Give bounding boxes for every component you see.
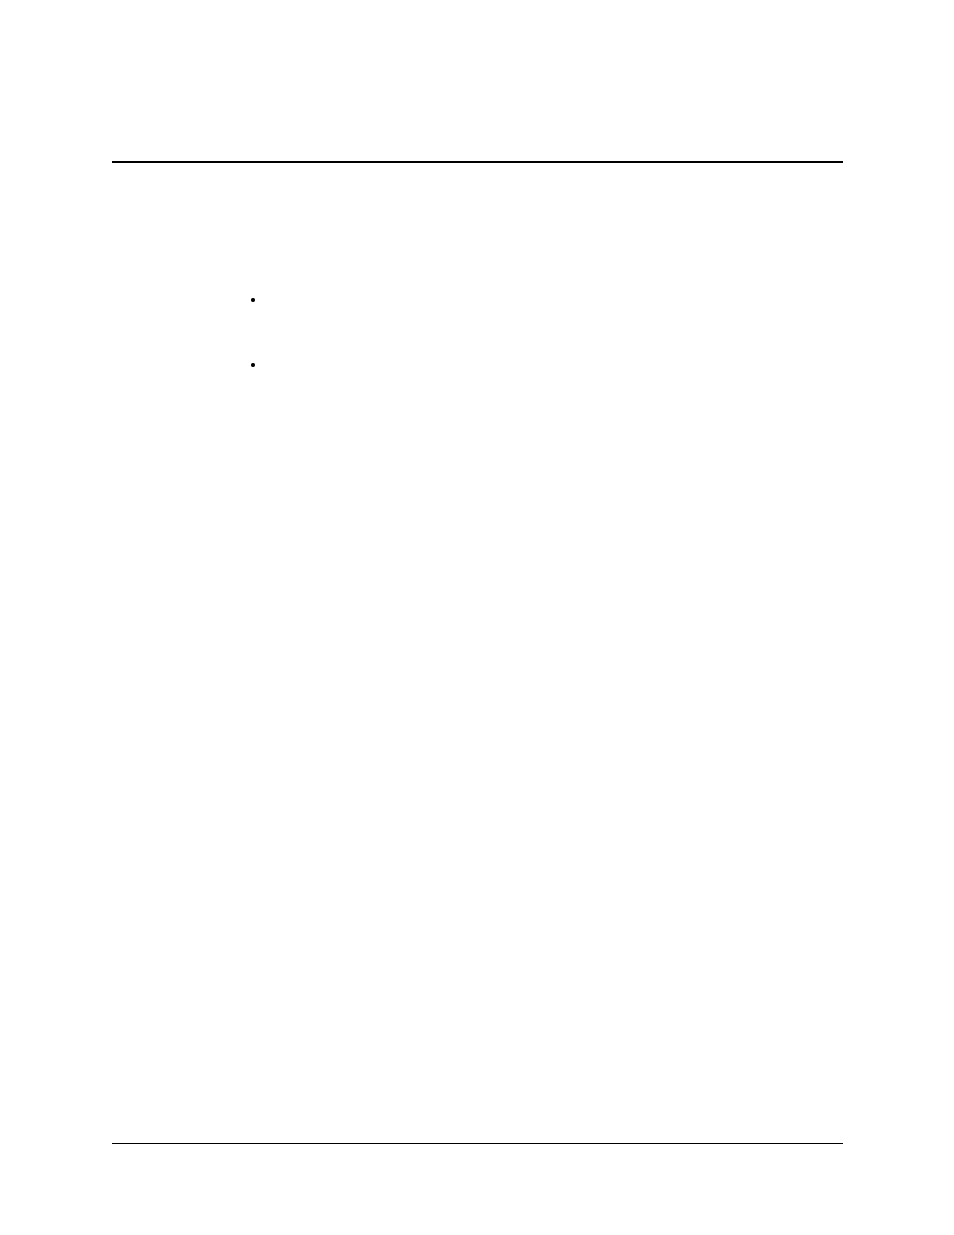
horizontal-rule-top: [112, 161, 843, 163]
horizontal-rule-bottom: [112, 1143, 843, 1144]
bullet-list: [236, 290, 266, 420]
